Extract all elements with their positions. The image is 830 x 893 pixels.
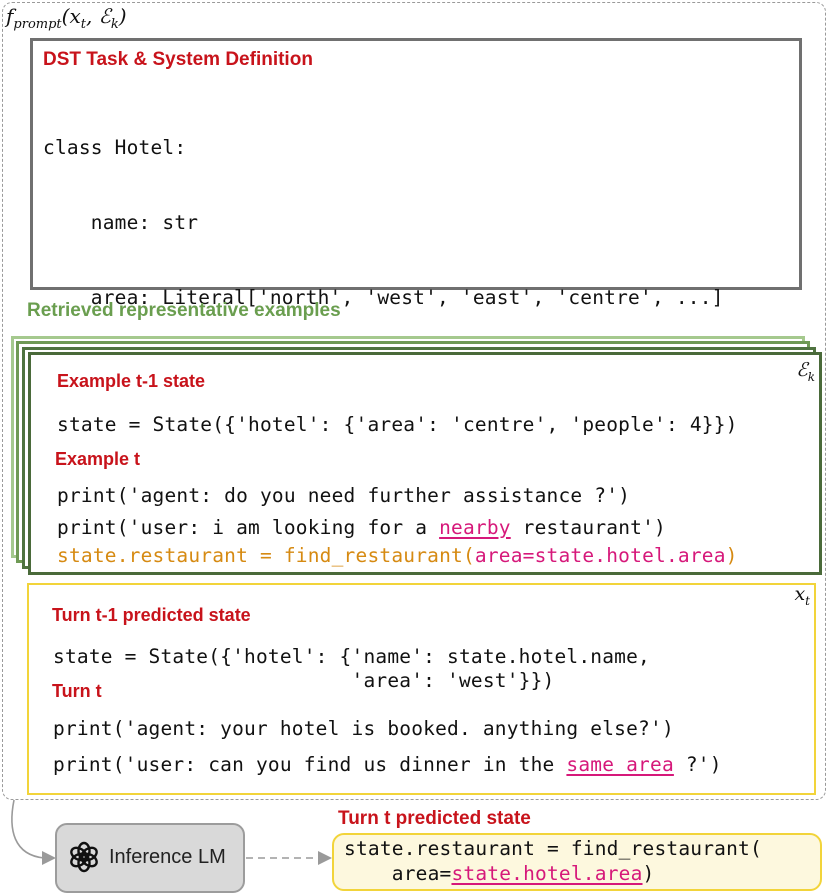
output-line2: area=state.hotel.area) bbox=[344, 862, 655, 885]
turn-prev-state-line1: state = State({'hotel': {'name': state.h… bbox=[53, 645, 650, 668]
k-subscript: k bbox=[110, 17, 119, 32]
current-turn-corner-label: xt bbox=[794, 583, 810, 608]
e-symbol: ℰ bbox=[796, 359, 808, 381]
prompt-subscript: prompt bbox=[13, 17, 62, 32]
highlight-nearby: nearby bbox=[439, 516, 511, 539]
answer-text: state.restaurant = find_restaurant( bbox=[57, 544, 475, 567]
answer-highlight: area=state.hotel.area bbox=[474, 544, 726, 567]
turn-user-line: print('user: can you find us dinner in t… bbox=[53, 753, 722, 776]
current-turn-box: xt Turn t-1 predicted state state = Stat… bbox=[27, 583, 816, 795]
output-line1: state.restaurant = find_restaurant( bbox=[344, 837, 762, 860]
example-turn-heading: Example t bbox=[55, 449, 141, 469]
turn-prev-state-line2: 'area': 'west'}}) bbox=[53, 669, 555, 692]
arrow-head-icon bbox=[318, 851, 332, 865]
inference-lm-label: Inference LM bbox=[109, 846, 226, 868]
turn-agent-line: print('agent: your hotel is booked. anyt… bbox=[53, 717, 674, 740]
t-subscript: t bbox=[805, 593, 810, 608]
definition-heading: DST Task & System Definition bbox=[43, 49, 313, 70]
highlight-same-area: same area bbox=[566, 753, 674, 776]
prompt-function-label: fprompt(xt, ℰk) bbox=[6, 4, 127, 32]
k-subscript: k bbox=[807, 369, 815, 384]
definition-box: DST Task & System Definition class Hotel… bbox=[30, 38, 802, 684]
example-prev-state-heading: Example t-1 state bbox=[57, 371, 206, 391]
curved-arrow-line bbox=[11, 799, 45, 859]
openai-logo-icon bbox=[70, 841, 98, 873]
example-box: ℰk Example t-1 state state = State({'hot… bbox=[28, 352, 822, 575]
e-symbol: ℰ bbox=[98, 4, 111, 28]
code-line: name: str bbox=[43, 211, 199, 234]
x-symbol: x bbox=[794, 583, 806, 605]
output-heading: Turn t predicted state bbox=[338, 808, 531, 829]
output-box: state.restaurant = find_restaurant( area… bbox=[332, 833, 822, 891]
close-paren: ) bbox=[118, 4, 127, 28]
comma: , bbox=[85, 4, 99, 28]
retrieved-examples-label: Retrieved representative examples bbox=[27, 300, 341, 321]
user-text: ?') bbox=[673, 753, 722, 776]
output-text: area= bbox=[344, 862, 452, 885]
user-text: restaurant') bbox=[510, 516, 666, 539]
example-agent-line: print('agent: do you need further assist… bbox=[57, 484, 631, 507]
output-highlight: state.hotel.area bbox=[451, 862, 643, 885]
user-text: print('user: can you find us dinner in t… bbox=[53, 753, 567, 776]
output-text: ) bbox=[642, 862, 655, 885]
example-prev-state-code: state = State({'hotel': {'area': 'centre… bbox=[57, 413, 738, 436]
code-line: class Hotel: bbox=[43, 136, 187, 159]
user-text: print('user: i am looking for a bbox=[57, 516, 440, 539]
turn-prev-state-heading: Turn t-1 predicted state bbox=[52, 605, 251, 625]
arrow-head-icon bbox=[42, 851, 56, 865]
turn-heading: Turn t bbox=[52, 681, 102, 701]
answer-text: ) bbox=[725, 544, 738, 567]
example-user-line: print('user: i am looking for a nearby r… bbox=[57, 516, 666, 539]
inference-lm-box: Inference LM bbox=[55, 823, 245, 893]
example-answer-line: state.restaurant = find_restaurant(area=… bbox=[57, 544, 738, 567]
x-symbol: (x bbox=[61, 4, 81, 28]
examples-corner-label: ℰk bbox=[796, 359, 815, 384]
